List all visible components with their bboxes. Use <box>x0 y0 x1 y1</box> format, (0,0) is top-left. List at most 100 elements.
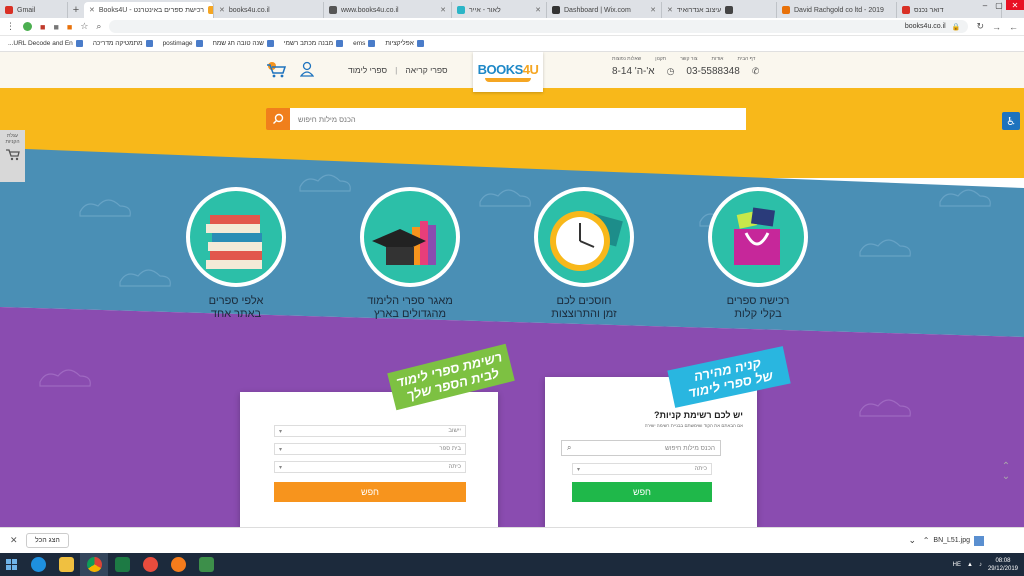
new-tab-button[interactable]: + <box>68 2 84 18</box>
maximize-button[interactable]: ▢ <box>992 0 1006 10</box>
close-tab-icon[interactable]: ✕ <box>535 6 541 14</box>
chevron-down-icon: ▾ <box>279 464 283 471</box>
search-icon[interactable]: ⌕ <box>96 21 101 32</box>
volume-icon[interactable]: ♪ <box>979 562 982 568</box>
close-tab-icon[interactable]: ✕ <box>219 6 225 14</box>
extension-icon[interactable]: ■ <box>40 22 45 32</box>
logo-swoosh <box>485 78 531 82</box>
accessibility-icon[interactable]: ♿ <box>1002 112 1020 130</box>
quick-buy-grade-select[interactable]: כיתה ▾ <box>572 463 712 475</box>
close-tab-icon[interactable]: ✕ <box>89 6 95 14</box>
bookmark-item[interactable]: אפליקציות <box>385 40 424 47</box>
school-list-search-button[interactable]: חפש <box>274 482 466 502</box>
gmail-icon <box>902 6 910 14</box>
graduation-cap-icon <box>360 187 460 287</box>
browser-tab[interactable]: David Rachgold co ltd - 2019 <box>777 2 897 18</box>
start-button[interactable] <box>0 553 24 576</box>
top-nav-link[interactable]: דף הבית <box>737 56 755 62</box>
site-logo[interactable]: BOOKS4U <box>473 52 543 92</box>
firefox-icon <box>170 557 186 572</box>
side-cart-tab[interactable]: עגלת הקניות <box>0 130 25 182</box>
search-button[interactable] <box>266 108 290 130</box>
search-input[interactable]: הכנס מילות חיפוש <box>290 108 746 130</box>
scroll-arrows-icon[interactable]: ⌃ ⌄ <box>1000 462 1012 484</box>
top-nav-link[interactable]: שאלות נפוצות <box>612 56 641 62</box>
clock-icon <box>534 187 634 287</box>
clock[interactable]: 08:08 29/12/2019 <box>988 557 1018 573</box>
class-select[interactable]: כיתה ▾ <box>274 461 466 473</box>
top-nav-link[interactable]: תקנון <box>655 56 666 62</box>
reload-icon[interactable]: ↻ <box>976 21 984 32</box>
nav-link-study-books[interactable]: ספרי לימוד <box>348 65 387 75</box>
bookmark-item[interactable]: postimage <box>163 40 203 47</box>
window-controls: – ▢ ✕ <box>978 0 1024 10</box>
school-select[interactable]: בית ספר ▾ <box>274 443 466 455</box>
browser-tab[interactable]: ✕ עיצוב אנדרואיד <box>662 2 777 18</box>
browser-tab[interactable]: Dashboard | Wix.com ✕ <box>547 2 662 18</box>
browser-tab[interactable]: לאור - אייר ✕ <box>452 2 547 18</box>
extension-icon[interactable]: ■ <box>53 22 58 32</box>
quick-buy-title: יש לכם רשימת קניות? <box>653 410 743 420</box>
extension-icon[interactable]: ■ <box>67 22 72 32</box>
bookmark-item[interactable]: מבנה מכתב רשמי <box>284 40 344 47</box>
excel-icon <box>114 557 130 572</box>
top-nav: דף הבית אודות צור קשר תקנון שאלות נפוצות <box>612 56 755 62</box>
taskbar-ie[interactable] <box>24 553 52 576</box>
quick-buy-search-input[interactable]: הכנס מילות חיפוש ⌕ <box>561 440 721 456</box>
bookmark-icon <box>195 40 203 47</box>
browser-tab[interactable]: www.books4u.co.il ✕ <box>324 2 452 18</box>
bookmark-icon <box>75 40 83 47</box>
back-icon[interactable]: ← <box>1009 22 1018 32</box>
browser-tabbar: Gmail + ✕ Books4U - רכישת ספרים באינטרנט… <box>0 0 1024 18</box>
taskbar-firefox[interactable] <box>164 553 192 576</box>
menu-dots-icon[interactable]: ⋮ <box>6 21 15 32</box>
bookmark-item[interactable]: ems <box>353 40 376 47</box>
browser-tab[interactable]: Gmail <box>0 2 68 18</box>
taskbar-explorer[interactable] <box>52 553 80 576</box>
city-select[interactable]: יישוב ▾ <box>274 425 466 437</box>
forward-icon[interactable]: → <box>992 22 1001 32</box>
top-nav-link[interactable]: אודות <box>711 56 723 62</box>
webpage: ספרי קריאה | ספרי לימוד BOOKS4U דף הבית … <box>0 52 1024 527</box>
taskbar-excel[interactable] <box>108 553 136 576</box>
search-icon: ⌕ <box>567 443 572 452</box>
cart-icon[interactable] <box>266 60 286 78</box>
close-tab-icon[interactable]: ✕ <box>440 6 446 14</box>
site-search: הכנס מילות חיפוש <box>266 108 746 130</box>
phone-number[interactable]: 03-5588348 <box>686 66 739 77</box>
bookmark-item[interactable]: שנה טובה חג שמח <box>213 40 274 47</box>
taskbar-app[interactable] <box>192 553 220 576</box>
network-icon[interactable]: ▲ <box>967 562 973 568</box>
address-bar[interactable]: books4u.co.il 🔒 <box>109 20 969 33</box>
feature-thousands-books: אלפי ספרים באתר אחד <box>176 187 296 321</box>
close-tab-icon[interactable]: ✕ <box>650 6 656 14</box>
taskbar-chrome[interactable] <box>80 553 108 576</box>
close-tab-icon[interactable]: ✕ <box>667 6 673 14</box>
minimize-button[interactable]: – <box>978 0 992 10</box>
user-icon[interactable] <box>300 61 314 77</box>
nav-link-reading-books[interactable]: ספרי קריאה <box>405 65 447 75</box>
browser-tab-active[interactable]: ✕ Books4U - רכישת ספרים באינטרנט <box>84 2 214 18</box>
quick-buy-search-button[interactable]: חפש <box>572 482 712 502</box>
app-icon <box>198 557 214 572</box>
browser-tab[interactable]: ✕ books4u.co.il <box>214 2 324 18</box>
chevron-up-icon: ⌃ <box>922 536 930 545</box>
folder-icon <box>58 557 74 572</box>
top-nav-link[interactable]: צור קשר <box>680 56 697 62</box>
bookmark-item[interactable]: מתמטיקה מדריכה <box>93 40 153 47</box>
bookmark-icon <box>368 40 376 47</box>
opening-hours: א'-ה' 8-14 <box>612 66 655 77</box>
expand-icon[interactable]: ⌄ <box>908 535 916 546</box>
download-item[interactable]: ⌃ BN_L51.jpg <box>922 535 984 546</box>
profile-avatar[interactable] <box>23 22 32 31</box>
bookmark-star-icon[interactable]: ☆ <box>80 21 88 32</box>
close-window-button[interactable]: ✕ <box>1006 0 1024 10</box>
bookmark-item[interactable]: URL Decode and En... <box>8 40 83 47</box>
purple-band <box>0 307 1024 527</box>
language-indicator[interactable]: HE <box>953 562 961 568</box>
header-nav: ספרי קריאה | ספרי לימוד <box>348 65 448 75</box>
gmail-icon <box>5 6 13 14</box>
show-all-downloads-button[interactable]: הצג הכל <box>26 533 69 548</box>
taskbar-media[interactable] <box>136 553 164 576</box>
close-downloads-icon[interactable]: ✕ <box>10 535 18 546</box>
